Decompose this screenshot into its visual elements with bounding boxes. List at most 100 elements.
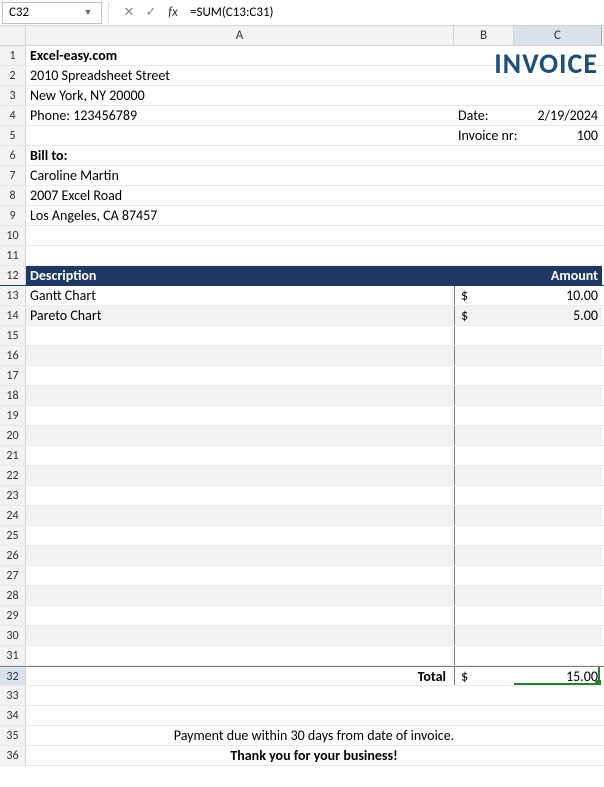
cell[interactable]	[454, 706, 514, 725]
cell[interactable]	[26, 706, 454, 725]
formula-input[interactable]: =SUM(C13:C31)	[184, 3, 604, 22]
item-amount[interactable]	[514, 486, 602, 505]
row-header[interactable]: 4	[0, 106, 26, 125]
item-description[interactable]	[26, 646, 454, 665]
item-symbol-cell[interactable]	[454, 626, 514, 645]
row-header[interactable]: 25	[0, 526, 26, 545]
cell[interactable]	[26, 126, 454, 145]
item-description[interactable]	[26, 446, 454, 465]
row-header[interactable]: 9	[0, 206, 26, 225]
row-header[interactable]: 26	[0, 546, 26, 565]
item-description[interactable]	[26, 366, 454, 385]
company-street[interactable]: 2010 Spreadsheet Street	[26, 66, 454, 85]
item-symbol-cell[interactable]	[454, 606, 514, 625]
total-symbol-cell[interactable]: $	[454, 667, 514, 685]
row-header[interactable]: 5	[0, 126, 26, 145]
item-symbol-cell[interactable]	[454, 566, 514, 585]
header-amount[interactable]: Amount	[514, 266, 602, 285]
row-header[interactable]: 12	[0, 266, 26, 285]
row-header[interactable]: 28	[0, 586, 26, 605]
row-header[interactable]: 14	[0, 306, 26, 325]
cell[interactable]	[514, 146, 602, 165]
cell[interactable]	[26, 686, 454, 705]
select-all-corner[interactable]	[0, 26, 26, 45]
footer-line1[interactable]: Payment due within 30 days from date of …	[26, 726, 602, 745]
column-header-B[interactable]: B	[454, 26, 514, 45]
row-header[interactable]: 24	[0, 506, 26, 525]
cell[interactable]	[514, 66, 602, 85]
row-header[interactable]: 34	[0, 706, 26, 725]
item-symbol-cell[interactable]	[454, 526, 514, 545]
item-description[interactable]	[26, 566, 454, 585]
cell[interactable]	[454, 86, 514, 105]
bill-to-cityzip[interactable]: Los Angeles, CA 87457	[26, 206, 454, 225]
item-description[interactable]	[26, 386, 454, 405]
row-header[interactable]: 27	[0, 566, 26, 585]
cancel-icon[interactable]: ✕	[118, 5, 140, 20]
item-symbol-cell[interactable]	[454, 506, 514, 525]
item-symbol-cell[interactable]	[454, 646, 514, 665]
item-description[interactable]	[26, 346, 454, 365]
cell[interactable]	[454, 186, 514, 205]
item-description[interactable]: Pareto Chart	[26, 306, 454, 325]
row-header[interactable]: 6	[0, 146, 26, 165]
item-amount[interactable]	[514, 406, 602, 425]
row-header[interactable]: 21	[0, 446, 26, 465]
total-value-cell[interactable]: 15.00	[514, 667, 602, 685]
item-symbol-cell[interactable]	[454, 466, 514, 485]
item-description[interactable]	[26, 626, 454, 645]
enter-icon[interactable]: ✓	[140, 5, 162, 20]
item-description[interactable]	[26, 466, 454, 485]
cell[interactable]	[514, 186, 602, 205]
cell[interactable]	[26, 246, 454, 265]
item-amount[interactable]	[514, 586, 602, 605]
cell[interactable]	[454, 686, 514, 705]
row-header[interactable]: 11	[0, 246, 26, 265]
item-amount[interactable]	[514, 346, 602, 365]
item-description[interactable]	[26, 326, 454, 345]
cell[interactable]	[454, 146, 514, 165]
item-amount[interactable]	[514, 506, 602, 525]
item-description[interactable]	[26, 406, 454, 425]
name-box-dropdown-icon[interactable]: ▼	[81, 7, 95, 18]
row-header[interactable]: 13	[0, 286, 26, 305]
row-header[interactable]: 32	[0, 667, 26, 685]
item-symbol-cell[interactable]: $	[454, 306, 514, 325]
invoice-nr-label[interactable]: Invoice nr:	[454, 126, 514, 145]
cell[interactable]	[514, 706, 602, 725]
item-amount[interactable]	[514, 326, 602, 345]
row-header[interactable]: 7	[0, 166, 26, 185]
item-amount[interactable]	[514, 566, 602, 585]
item-symbol-cell[interactable]	[454, 386, 514, 405]
cell[interactable]	[514, 86, 602, 105]
cell[interactable]	[514, 226, 602, 245]
item-symbol-cell[interactable]	[454, 546, 514, 565]
footer-line2[interactable]: Thank you for your business!	[26, 746, 602, 765]
total-label[interactable]: Total	[26, 667, 454, 685]
cell[interactable]	[454, 266, 514, 285]
item-symbol-cell[interactable]	[454, 486, 514, 505]
item-amount[interactable]	[514, 426, 602, 445]
item-description[interactable]	[26, 586, 454, 605]
cell[interactable]	[514, 206, 602, 225]
company-phone[interactable]: Phone: 123456789	[26, 106, 454, 125]
item-symbol-cell[interactable]	[454, 346, 514, 365]
cell[interactable]	[26, 226, 454, 245]
row-header[interactable]: 1	[0, 46, 26, 65]
item-symbol-cell[interactable]	[454, 406, 514, 425]
bill-to-name[interactable]: Caroline Martin	[26, 166, 454, 185]
cell[interactable]	[454, 66, 514, 85]
company-name[interactable]: Excel-easy.com	[26, 46, 454, 65]
row-header[interactable]: 17	[0, 366, 26, 385]
item-description[interactable]: Gantt Chart	[26, 286, 454, 305]
column-header-C[interactable]: C	[514, 26, 602, 45]
cell[interactable]	[454, 226, 514, 245]
row-header[interactable]: 2	[0, 66, 26, 85]
fx-icon[interactable]: fx	[162, 5, 184, 20]
row-header[interactable]: 30	[0, 626, 26, 645]
item-symbol-cell[interactable]	[454, 446, 514, 465]
row-header[interactable]: 10	[0, 226, 26, 245]
item-amount[interactable]	[514, 626, 602, 645]
item-description[interactable]	[26, 526, 454, 545]
item-amount[interactable]: 10.00	[514, 286, 602, 305]
